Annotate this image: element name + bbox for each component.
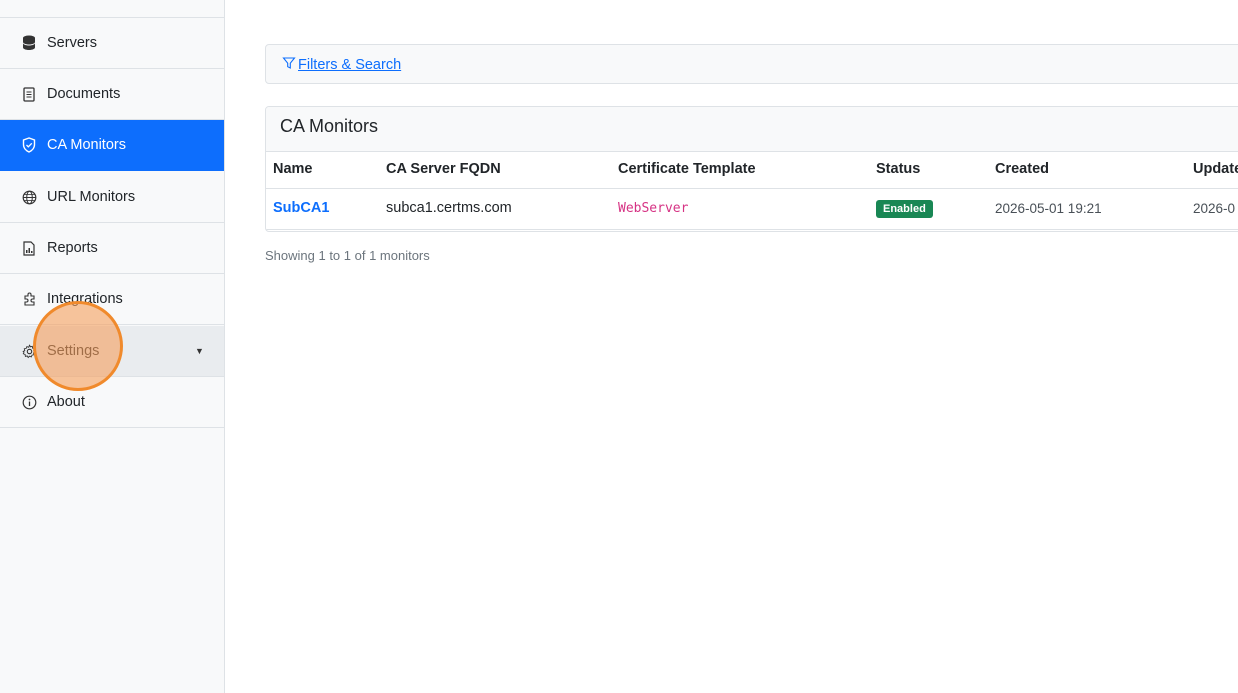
- updated-cell: 2026-0: [1193, 201, 1236, 216]
- sidebar-item-label: CA Monitors: [47, 137, 126, 153]
- card-header: CA Monitors: [266, 107, 1238, 152]
- column-header-created[interactable]: Created: [995, 161, 1049, 177]
- pagination-info: Showing 1 to 1 of 1 monitors: [265, 248, 430, 263]
- column-header-updated[interactable]: Update: [1193, 161, 1238, 177]
- monitor-name-link[interactable]: SubCA1: [273, 200, 329, 216]
- sidebar-item-url-monitors[interactable]: URL Monitors: [0, 172, 224, 223]
- column-header-template[interactable]: Certificate Template: [618, 161, 756, 177]
- sidebar-item-label: About: [47, 394, 85, 410]
- sidebar-item-reports[interactable]: Reports: [0, 223, 224, 274]
- sidebar: Servers Documents CA Monitors URL Monito…: [0, 0, 225, 693]
- column-header-name[interactable]: Name: [273, 161, 313, 177]
- sidebar-item-label: Settings: [47, 343, 100, 359]
- ca-monitors-card: CA Monitors Name CA Server FQDN Certific…: [265, 106, 1238, 232]
- column-header-status[interactable]: Status: [876, 161, 920, 177]
- table-header: Name CA Server FQDN Certificate Template…: [266, 151, 1238, 189]
- filters-search-link[interactable]: Filters & Search: [282, 56, 401, 74]
- sidebar-item-label: Integrations: [47, 291, 123, 307]
- document-icon: [21, 86, 37, 102]
- sidebar-item-label: Servers: [47, 35, 97, 51]
- filters-search-label: Filters & Search: [298, 57, 402, 73]
- shield-icon: [21, 137, 37, 153]
- sidebar-item-label: URL Monitors: [47, 189, 136, 205]
- filter-icon: [282, 56, 296, 74]
- sidebar-item-label: Documents: [47, 86, 121, 102]
- sidebar-item-label: Reports: [47, 240, 98, 256]
- chevron-down-icon: ▼: [195, 346, 204, 356]
- status-badge: Enabled: [876, 200, 933, 218]
- sidebar-item-integrations[interactable]: Integrations: [0, 274, 224, 325]
- filters-bar: Filters & Search: [265, 44, 1238, 84]
- table-row: SubCA1 subca1.certms.com WebServer Enabl…: [266, 189, 1238, 230]
- created-cell: 2026-05-01 19:21: [995, 201, 1102, 216]
- sidebar-item-about[interactable]: About: [0, 377, 224, 428]
- sidebar-item-documents[interactable]: Documents: [0, 69, 224, 120]
- report-icon: [21, 240, 37, 256]
- fqdn-cell: subca1.certms.com: [386, 200, 512, 216]
- plugin-icon: [21, 291, 37, 307]
- sidebar-item-settings[interactable]: Settings ▼: [0, 326, 224, 377]
- card-title: CA Monitors: [280, 116, 379, 136]
- column-header-fqdn[interactable]: CA Server FQDN: [386, 161, 501, 177]
- sidebar-item-servers[interactable]: Servers: [0, 18, 224, 69]
- template-cell: WebServer: [618, 201, 689, 216]
- globe-icon: [21, 189, 37, 205]
- info-icon: [21, 394, 37, 410]
- sidebar-item-ca-monitors[interactable]: CA Monitors: [0, 120, 224, 171]
- gear-icon: [21, 343, 37, 359]
- database-icon: [21, 35, 37, 51]
